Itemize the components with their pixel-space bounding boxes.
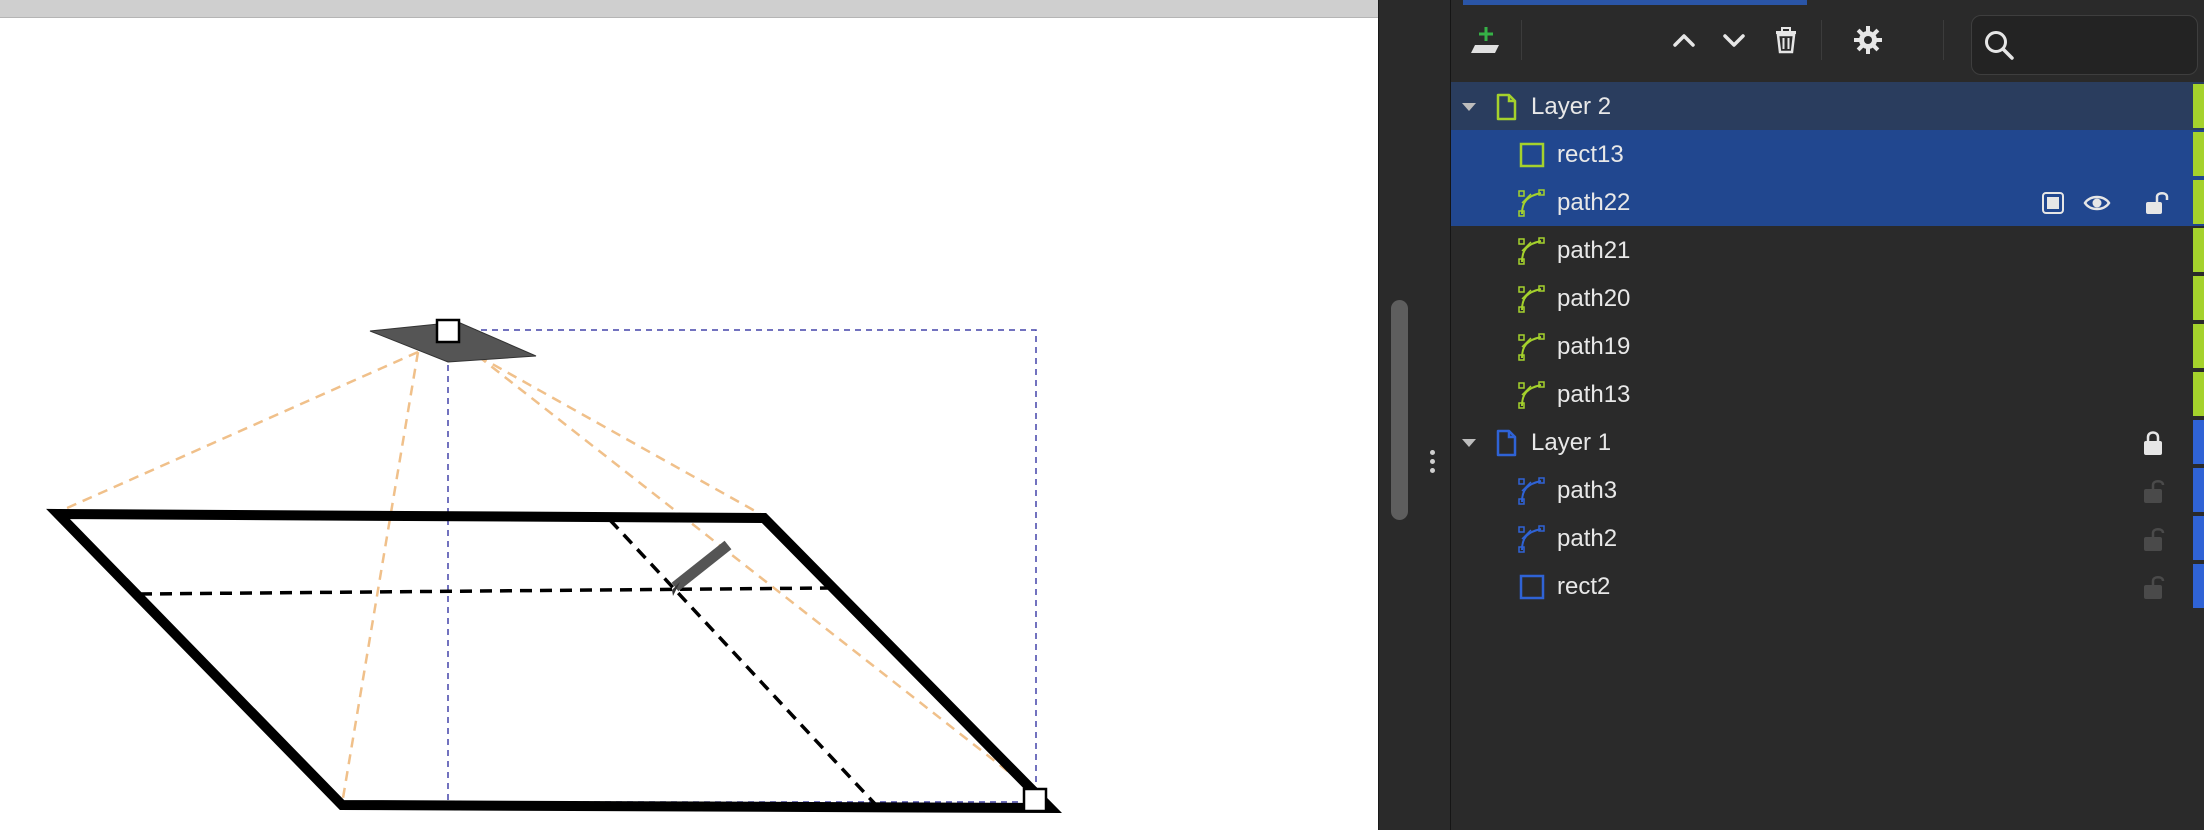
projection-guides [57, 350, 1043, 805]
layer-icon [1496, 93, 1517, 121]
object-label: path2 [1557, 525, 1618, 552]
layer-color-strip [2193, 180, 2204, 224]
object-label: path3 [1557, 477, 1618, 504]
object-row-path13[interactable]: path13 [1451, 370, 2204, 418]
lock-icon[interactable] [2139, 429, 2167, 457]
object-label: path21 [1557, 237, 1631, 264]
unlock-icon[interactable] [2143, 189, 2171, 217]
add-layer-icon [1471, 27, 1499, 53]
object-row-path2[interactable]: path2 [1451, 514, 2204, 562]
rect-icon [1519, 574, 1545, 600]
layer-tree: Layer 2 rect13 path22 path21 path20 path… [1451, 82, 2204, 610]
object-row-rect13[interactable]: rect13 [1451, 130, 2204, 178]
toolbar-separator [1821, 20, 1822, 60]
lower-button[interactable] [1709, 15, 1759, 65]
parallelogram-shape[interactable] [46, 508, 1063, 814]
layer-icon [1496, 429, 1517, 457]
layer-color-strip [2193, 372, 2204, 416]
guide-line [477, 354, 765, 518]
search-icon [1985, 31, 2014, 60]
divider-grip-icon[interactable] [1429, 450, 1437, 480]
layer-color-strip [2193, 420, 2204, 464]
layer-color-strip [2193, 276, 2204, 320]
path-icon [1518, 477, 1545, 505]
caret-down-icon[interactable] [1457, 430, 1481, 454]
toolbar-separator [1943, 20, 1944, 60]
layer-color-strip [2193, 228, 2204, 272]
clip-icon[interactable] [2039, 189, 2067, 217]
inherited-lock-icon[interactable] [2139, 477, 2167, 505]
gear-icon [1854, 26, 1882, 54]
dashed-diagonal-line[interactable] [608, 518, 877, 806]
layer-row-layer2[interactable]: Layer 2 [1451, 82, 2204, 130]
layer-color-strip [2193, 84, 2204, 128]
layer-color-strip [2193, 132, 2204, 176]
dashed-horizontal-line[interactable] [139, 586, 829, 596]
inherited-lock-icon[interactable] [2139, 525, 2167, 553]
eye-icon[interactable] [2083, 189, 2111, 217]
layer-color-strip [2193, 324, 2204, 368]
path-icon [1518, 525, 1545, 553]
path-icon [1518, 189, 1545, 217]
layers-toolbar [1451, 5, 2204, 80]
canvas-scrollbar[interactable] [1391, 300, 1408, 520]
path-icon [1518, 381, 1545, 409]
layer-color-strip [2193, 516, 2204, 560]
layers-panel: Layer 2 rect13 path22 path21 path20 path… [1450, 0, 2204, 830]
toolbar-separator [1521, 20, 1522, 60]
path-icon [1518, 285, 1545, 313]
object-label: rect2 [1557, 573, 1611, 600]
object-row-path21[interactable]: path21 [1451, 226, 2204, 274]
inherited-lock-icon[interactable] [2139, 573, 2167, 601]
guide-line [477, 355, 1043, 799]
search-box[interactable] [1971, 15, 2198, 75]
caret-down-icon[interactable] [1457, 94, 1481, 118]
layer-color-strip [2193, 564, 2204, 608]
object-label: path13 [1557, 381, 1631, 408]
trash-icon [1776, 27, 1796, 54]
chevron-down-icon [1723, 34, 1745, 47]
settings-button[interactable] [1843, 15, 1893, 65]
object-row-path22[interactable]: path22 [1451, 178, 2204, 226]
pencil-shape[interactable] [671, 540, 732, 592]
path-icon [1518, 333, 1545, 361]
object-label: path22 [1557, 189, 1631, 216]
layer-label: Layer 1 [1531, 429, 1612, 456]
drawing-svg[interactable] [0, 0, 1378, 830]
layer-row-layer1[interactable]: Layer 1 [1451, 418, 2204, 466]
layer-label: Layer 2 [1531, 93, 1612, 120]
object-label: path19 [1557, 333, 1631, 360]
add-layer-button[interactable] [1461, 15, 1511, 65]
path-icon [1518, 237, 1545, 265]
selection-handle[interactable] [1022, 787, 1048, 813]
delete-button[interactable] [1761, 15, 1811, 65]
object-row-rect2[interactable]: rect2 [1451, 562, 2204, 610]
object-row-path3[interactable]: path3 [1451, 466, 2204, 514]
guide-line [57, 350, 419, 514]
object-row-path19[interactable]: path19 [1451, 322, 2204, 370]
search-input[interactable] [2032, 26, 2186, 64]
object-row-path20[interactable]: path20 [1451, 274, 2204, 322]
rect-icon [1519, 142, 1545, 168]
layer-color-strip [2193, 468, 2204, 512]
object-label: rect13 [1557, 141, 1624, 168]
object-label: path20 [1557, 285, 1631, 312]
panel-divider[interactable] [1378, 0, 1451, 830]
selection-handle[interactable] [435, 318, 461, 344]
chevron-up-icon [1673, 34, 1695, 47]
raise-button[interactable] [1659, 15, 1709, 65]
drawing-canvas[interactable] [0, 0, 1378, 830]
guide-line [340, 351, 420, 805]
